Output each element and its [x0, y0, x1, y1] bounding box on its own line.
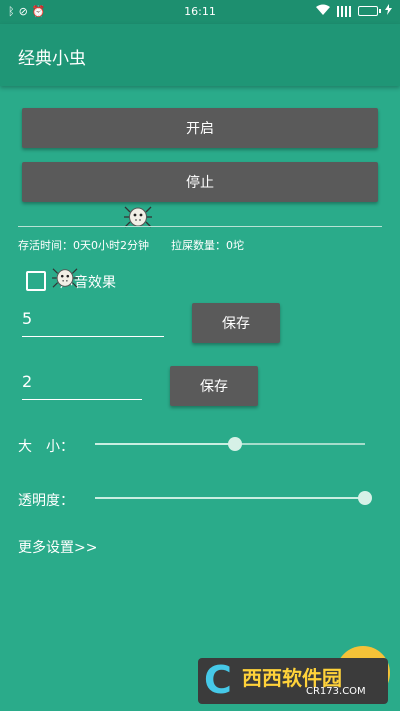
save-button-2-label: 保存	[200, 379, 228, 395]
bug-icon[interactable]	[52, 266, 78, 290]
stop-button-label: 停止	[186, 175, 214, 191]
size-slider-fill	[95, 443, 236, 445]
watermark-c-icon: C	[204, 658, 232, 702]
more-settings-link[interactable]: 更多设置>>	[18, 537, 97, 557]
wifi-icon	[316, 4, 330, 18]
save-button-1-label: 保存	[222, 316, 250, 332]
status-bar: ᛒ⊘⏰ 16:11	[0, 0, 400, 24]
value-input-1-text: 5	[22, 309, 33, 328]
stop-button[interactable]: 停止	[22, 162, 378, 202]
survive-time: 存活时间：0天0小时2分钟	[18, 239, 149, 252]
opacity-slider-thumb[interactable]	[358, 491, 372, 505]
size-slider-thumb[interactable]	[228, 437, 243, 451]
value-input-2-text: 2	[22, 372, 33, 391]
app-title: 经典小虫	[18, 49, 86, 69]
opacity-label: 透明度：	[18, 493, 74, 509]
watermark-url: CR173.COM	[306, 686, 366, 697]
signal-icon	[337, 5, 351, 17]
divider-line	[18, 226, 382, 227]
start-button[interactable]: 开启	[22, 108, 378, 148]
save-button-2[interactable]: 保存	[170, 366, 258, 406]
battery-icon	[358, 6, 381, 16]
value-input-2[interactable]: 2	[22, 368, 142, 400]
stats-line: 存活时间：0天0小时2分钟 拉屎数量：0坨	[18, 237, 244, 253]
size-slider[interactable]	[95, 437, 365, 451]
charging-icon	[385, 4, 392, 18]
watermark-logo: C 西西软件园 CR173.COM	[198, 658, 388, 704]
opacity-slider-fill	[95, 497, 365, 499]
value-input-1[interactable]: 5	[22, 305, 164, 337]
opacity-slider[interactable]	[95, 491, 372, 505]
app-bar: 经典小虫	[0, 24, 400, 86]
status-right-icons	[316, 4, 392, 18]
sound-checkbox[interactable]	[26, 271, 46, 291]
poop-count: 拉屎数量：0坨	[171, 239, 244, 252]
size-label: 大 小：	[18, 439, 74, 455]
save-button-1[interactable]: 保存	[192, 303, 280, 343]
start-button-label: 开启	[186, 121, 214, 137]
